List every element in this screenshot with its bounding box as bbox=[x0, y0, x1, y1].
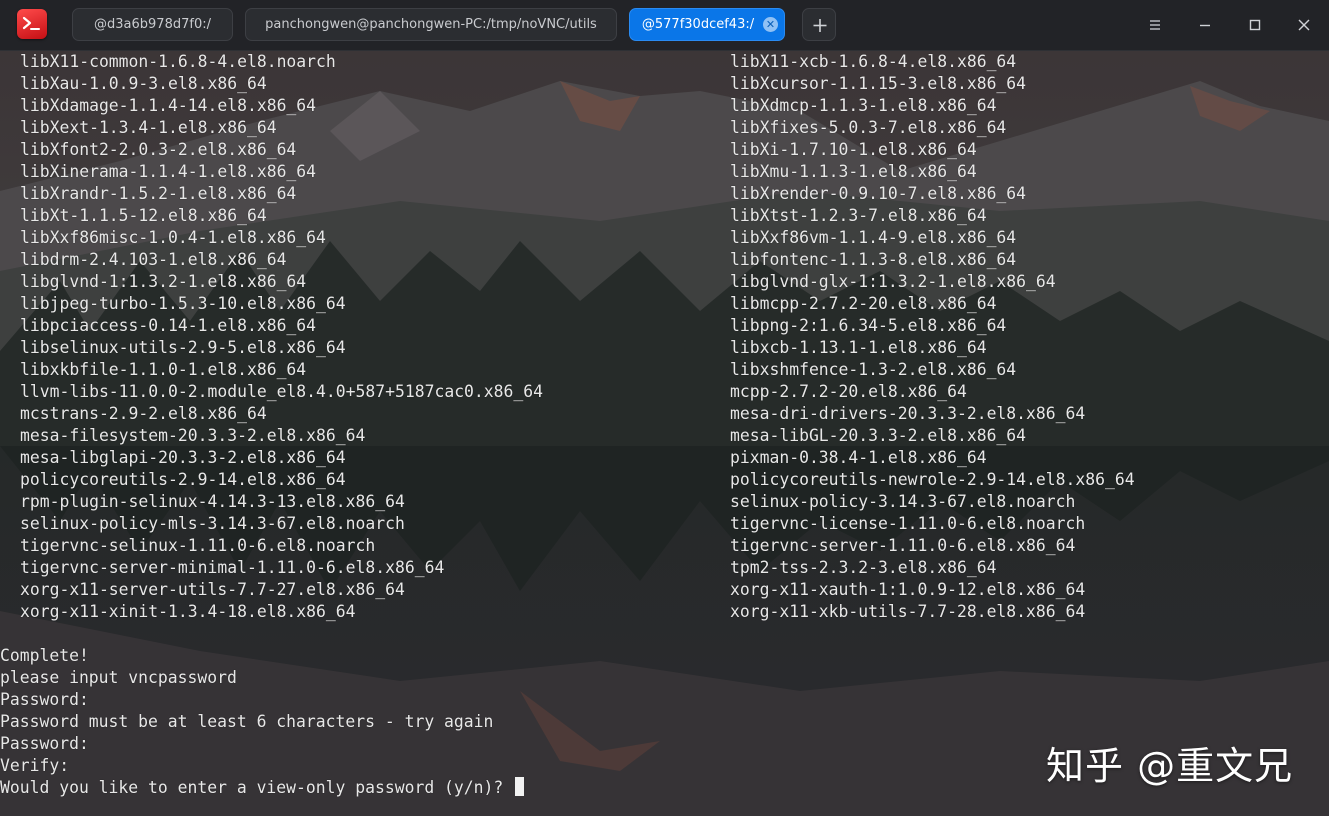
package-item: libglvnd-glx-1:1.3.2-1.el8.x86_64 bbox=[730, 272, 1056, 291]
package-item: mcpp-2.7.2-20.el8.x86_64 bbox=[730, 382, 967, 401]
package-item: libpng-2:1.6.34-5.el8.x86_64 bbox=[730, 316, 1007, 335]
package-item: mesa-filesystem-20.3.3-2.el8.x86_64 bbox=[20, 426, 366, 445]
package-item: libXau-1.0.9-3.el8.x86_64 bbox=[20, 74, 267, 93]
package-item: libselinux-utils-2.9-5.el8.x86_64 bbox=[20, 338, 346, 357]
package-item: xorg-x11-server-utils-7.7-27.el8.x86_64 bbox=[20, 580, 405, 599]
terminal-pane[interactable]: libX11-common-1.6.8-4.el8.noarch libXau-1… bbox=[0, 51, 1329, 816]
package-item: tigervnc-server-1.11.0-6.el8.x86_64 bbox=[730, 536, 1076, 555]
package-item: mcstrans-2.9-2.el8.x86_64 bbox=[20, 404, 267, 423]
package-item: pixman-0.38.4-1.el8.x86_64 bbox=[730, 448, 987, 467]
terminal-window: @d3a6b978d7f0:/ panchongwen@panchongwen-… bbox=[0, 0, 1329, 816]
package-item: policycoreutils-newrole-2.9-14.el8.x86_6… bbox=[730, 470, 1135, 489]
close-icon[interactable]: ✕ bbox=[763, 17, 778, 32]
minimize-icon bbox=[1200, 24, 1210, 27]
package-item: libXrandr-1.5.2-1.el8.x86_64 bbox=[20, 184, 297, 203]
plus-icon bbox=[813, 19, 827, 32]
package-item: mesa-libglapi-20.3.3-2.el8.x86_64 bbox=[20, 448, 346, 467]
package-item: libXmu-1.1.3-1.el8.x86_64 bbox=[730, 162, 977, 181]
package-item: selinux-policy-mls-3.14.3-67.el8.noarch bbox=[20, 514, 405, 533]
text-cursor bbox=[515, 777, 525, 796]
package-item: libXfont2-2.0.3-2.el8.x86_64 bbox=[20, 140, 297, 159]
output-line-view-only-prompt[interactable]: Would you like to enter a view-only pass… bbox=[0, 777, 525, 799]
package-item: libXtst-1.2.3-7.el8.x86_64 bbox=[730, 206, 987, 225]
close-window-button[interactable] bbox=[1292, 13, 1316, 37]
tab-panchongwen-noVNC-utils[interactable]: panchongwen@panchongwen-PC:/tmp/noVNC/ut… bbox=[245, 8, 617, 41]
package-item: libdrm-2.4.103-1.el8.x86_64 bbox=[20, 250, 287, 269]
output-line-prompt: please input vncpassword bbox=[0, 668, 237, 687]
package-item: xorg-x11-xauth-1:1.0.9-12.el8.x86_64 bbox=[730, 580, 1086, 599]
package-item: libX11-common-1.6.8-4.el8.noarch bbox=[20, 52, 336, 71]
package-item: selinux-policy-3.14.3-67.el8.noarch bbox=[730, 492, 1076, 511]
terminal-output: libX11-common-1.6.8-4.el8.noarch libXau-1… bbox=[0, 51, 1329, 816]
package-item: mesa-dri-drivers-20.3.3-2.el8.x86_64 bbox=[730, 404, 1086, 423]
package-item: libXdmcp-1.1.3-1.el8.x86_64 bbox=[730, 96, 997, 115]
output-line-password: Password: bbox=[0, 690, 89, 709]
package-item: libX11-xcb-1.6.8-4.el8.x86_64 bbox=[730, 52, 1017, 71]
package-item: policycoreutils-2.9-14.el8.x86_64 bbox=[20, 470, 346, 489]
tab-label: @577f30dcef43:/ bbox=[641, 17, 755, 32]
tab-label: panchongwen@panchongwen-PC:/tmp/noVNC/ut… bbox=[265, 17, 597, 32]
package-item: tigervnc-server-minimal-1.11.0-6.el8.x86… bbox=[20, 558, 445, 577]
package-item: tigervnc-license-1.11.0-6.el8.noarch bbox=[730, 514, 1086, 533]
minimize-button[interactable] bbox=[1193, 13, 1217, 37]
package-item: tigervnc-selinux-1.11.0-6.el8.noarch bbox=[20, 536, 376, 555]
package-item: libglvnd-1:1.3.2-1.el8.x86_64 bbox=[20, 272, 307, 291]
output-line-password-retry: Password: bbox=[0, 734, 89, 753]
hamburger-menu-icon bbox=[1150, 20, 1160, 30]
package-item: libXfixes-5.0.3-7.el8.x86_64 bbox=[730, 118, 1007, 137]
package-item: libXext-1.3.4-1.el8.x86_64 bbox=[20, 118, 277, 137]
menu-button[interactable] bbox=[1143, 13, 1167, 37]
new-tab-button[interactable] bbox=[802, 8, 836, 41]
package-item: libXt-1.1.5-12.el8.x86_64 bbox=[20, 206, 267, 225]
package-item: libfontenc-1.1.3-8.el8.x86_64 bbox=[730, 250, 1017, 269]
package-item: tpm2-tss-2.3.2-3.el8.x86_64 bbox=[730, 558, 997, 577]
package-item: rpm-plugin-selinux-4.14.3-13.el8.x86_64 bbox=[20, 492, 405, 511]
package-item: llvm-libs-11.0.0-2.module_el8.4.0+587+51… bbox=[20, 382, 544, 401]
package-item: xorg-x11-xkb-utils-7.7-28.el8.x86_64 bbox=[730, 602, 1086, 621]
tab-label: @d3a6b978d7f0:/ bbox=[94, 17, 211, 32]
output-line-verify: Verify: bbox=[0, 756, 70, 775]
package-item: libjpeg-turbo-1.5.3-10.el8.x86_64 bbox=[20, 294, 346, 313]
package-item: libXinerama-1.1.4-1.el8.x86_64 bbox=[20, 162, 317, 181]
watermark-text: 知乎 @重文兄 bbox=[1046, 744, 1294, 788]
package-item: xorg-x11-xinit-1.3.4-18.el8.x86_64 bbox=[20, 602, 356, 621]
package-item: libXi-1.7.10-1.el8.x86_64 bbox=[730, 140, 977, 159]
terminal-app-icon[interactable] bbox=[17, 9, 47, 39]
package-item: libXcursor-1.1.15-3.el8.x86_64 bbox=[730, 74, 1027, 93]
package-item: libmcpp-2.7.2-20.el8.x86_64 bbox=[730, 294, 997, 313]
package-item: libxcb-1.13.1-1.el8.x86_64 bbox=[730, 338, 987, 357]
tab-d3a6b978d7f0[interactable]: @d3a6b978d7f0:/ bbox=[72, 8, 233, 41]
package-item: libxkbfile-1.1.0-1.el8.x86_64 bbox=[20, 360, 307, 379]
package-item: libXxf86vm-1.1.4-9.el8.x86_64 bbox=[730, 228, 1017, 247]
title-bar: @d3a6b978d7f0:/ panchongwen@panchongwen-… bbox=[0, 0, 1329, 51]
maximize-icon bbox=[1249, 19, 1261, 31]
tab-577f30dcef43[interactable]: @577f30dcef43:/ ✕ bbox=[629, 8, 785, 41]
package-item: libXxf86misc-1.0.4-1.el8.x86_64 bbox=[20, 228, 326, 247]
output-line-password-error: Password must be at least 6 characters -… bbox=[0, 712, 494, 731]
package-item: libXrender-0.9.10-7.el8.x86_64 bbox=[730, 184, 1027, 203]
package-item: libXdamage-1.1.4-14.el8.x86_64 bbox=[20, 96, 317, 115]
output-line-complete: Complete! bbox=[0, 646, 89, 665]
maximize-button[interactable] bbox=[1243, 13, 1267, 37]
prompt-text: Would you like to enter a view-only pass… bbox=[0, 778, 514, 797]
package-item: libxshmfence-1.3-2.el8.x86_64 bbox=[730, 360, 1017, 379]
close-icon bbox=[1298, 19, 1310, 31]
package-item: mesa-libGL-20.3.3-2.el8.x86_64 bbox=[730, 426, 1027, 445]
package-item: libpciaccess-0.14-1.el8.x86_64 bbox=[20, 316, 317, 335]
